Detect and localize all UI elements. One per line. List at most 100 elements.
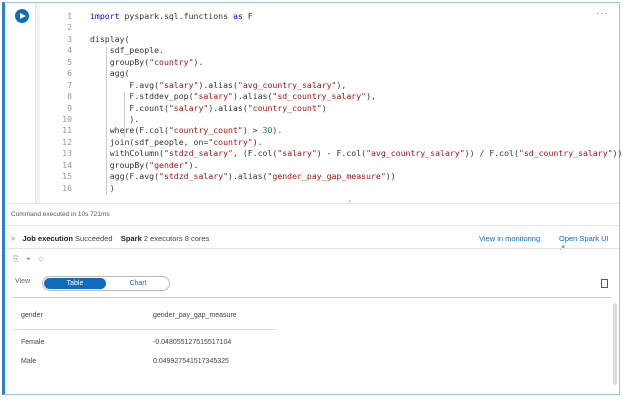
code-token: F.stddev_pop( [90, 91, 194, 102]
code-token: "country" [149, 56, 194, 67]
code-token: "country" [208, 136, 253, 147]
divider [5, 225, 619, 226]
code-token: )) [385, 171, 396, 182]
filter-icon[interactable]: ⏷ [26, 256, 32, 263]
code-token: ) [321, 102, 327, 113]
line-number: 12 [62, 136, 72, 147]
code-token: "salary" [277, 148, 317, 159]
code-token: ).alias( [228, 171, 268, 182]
expand-chevron-icon[interactable]: > [11, 234, 15, 243]
cell-measure: -0.048055127515517104 [153, 339, 232, 346]
code-token: ). [90, 113, 140, 124]
code-line: 8 F.stddev_pop("salary").alias("sd_count… [50, 91, 623, 102]
line-number: 14 [62, 159, 72, 170]
view-in-monitoring-link[interactable]: View in monitoring [479, 234, 540, 243]
line-number: 7 [67, 79, 72, 90]
code-token: ). [272, 125, 283, 136]
code-token: F.avg( [90, 79, 160, 90]
job-state: Succeeded [75, 234, 113, 243]
view-toggle: Table Chart [42, 276, 170, 291]
clear-icon[interactable]: ◇ [38, 256, 43, 263]
code-line: 6 agg( [50, 68, 623, 79]
code-token: "salary" [168, 102, 209, 113]
code-token: "gender" [149, 159, 189, 170]
code-line: 13 withColumn("stdzd_salary", (F.col("sa… [50, 148, 623, 159]
code-line: 3 display( [50, 34, 623, 45]
code-line: 7 F.avg("salary").alias("avg_country_sal… [50, 80, 623, 91]
job-execution-row: > Job execution Succeeded Spark 2 execut… [11, 234, 611, 252]
divider [5, 248, 619, 249]
code-token: "stdzd_salary" [163, 148, 233, 159]
line-number: 11 [62, 125, 72, 136]
code-token: ). [188, 159, 199, 170]
line-number: 3 [67, 33, 72, 44]
output-toolbar: ⎘ ⏷ ◇ [13, 255, 51, 264]
code-line: 12 join(sdf_people, on="country"). [50, 137, 623, 148]
code-token: ), [366, 91, 376, 102]
job-label: Job execution [22, 234, 73, 243]
column-header-gender-pay-gap-measure[interactable]: gender_pay_gap_measure [153, 312, 237, 319]
code-token: "salary" [159, 79, 199, 90]
code-line: 2 [50, 22, 623, 33]
line-number: 6 [67, 68, 72, 79]
code-token: import [90, 11, 120, 21]
code-token: "stdzd_salary" [159, 171, 229, 182]
code-line: 9 F.count("salary").alias("country_count… [50, 103, 623, 114]
code-token: "sd_country_salary" [272, 91, 367, 102]
line-number: 10 [62, 113, 72, 124]
code-line: 5 groupBy("country"). [50, 57, 623, 68]
cell-gender: Female [21, 339, 45, 346]
code-token: 30 [262, 125, 273, 136]
line-number: 16 [62, 182, 72, 193]
code-line: 14 groupBy("gender"). [50, 160, 623, 171]
code-token: "salary" [193, 91, 233, 102]
code-token: "sd_country_salary" [518, 148, 613, 159]
line-number: 9 [67, 102, 72, 113]
table-view-button[interactable]: Table [44, 278, 106, 289]
code-token: sdf_people. [90, 45, 164, 56]
line-number: 2 [67, 22, 72, 33]
run-cell-button[interactable] [15, 9, 29, 23]
chart-view-button[interactable]: Chart [107, 278, 169, 289]
code-line: 11 where(F.col("country_count") > 30). [50, 125, 623, 136]
cell-measure: 0.049927541517345325 [153, 358, 229, 365]
open-spark-ui-label: Open Spark UI [559, 234, 609, 243]
code-token: F [242, 11, 253, 21]
results-table: gender gender_pay_gap_measure Female -0.… [13, 303, 276, 371]
code-lines: 1 import pyspark.sql.functions as F 2 3 disp… [50, 11, 623, 194]
table-row: Female -0.048055127515517104 [13, 333, 276, 352]
copy-icon[interactable]: ⎘ [13, 256, 19, 263]
code-token: "country_count" [247, 102, 322, 113]
code-line: 4 sdf_people. [50, 45, 623, 56]
code-token: "country_count" [168, 125, 243, 136]
code-token: ).alias( [208, 102, 248, 113]
column-header-gender[interactable]: gender [21, 312, 43, 319]
line-number: 5 [67, 56, 72, 67]
code-editor[interactable]: ··· 1 import pyspark.sql.functions as F23… [35, 3, 623, 207]
table-header: gender gender_pay_gap_measure [13, 303, 276, 330]
code-token: groupBy( [90, 159, 150, 170]
export-icon[interactable] [601, 279, 608, 288]
code-line: 1 import pyspark.sql.functions as F [50, 11, 623, 22]
execution-status: Command executed in 10s 721ms [11, 211, 110, 218]
code-token: ). [193, 56, 204, 67]
code-token: agg(F.avg( [90, 171, 160, 182]
code-token: "avg_country_salary" [366, 148, 465, 159]
code-token: F.count( [90, 102, 169, 113]
spark-label: Spark [120, 234, 142, 243]
line-number: 13 [62, 148, 72, 159]
line-number: 1 [67, 11, 72, 21]
code-token: withColumn( [90, 148, 164, 159]
code-token: "avg_country_salary" [237, 79, 337, 90]
open-spark-ui-link[interactable]: Open Spark UI ↗ [559, 234, 611, 252]
code-token: "gender_pay_gap_measure" [267, 171, 386, 182]
view-label: View [15, 278, 31, 285]
code-line: 16 ) [50, 183, 623, 194]
code-token: ). [252, 136, 263, 147]
notebook-cell: ··· 1 import pyspark.sql.functions as F23… [2, 2, 623, 395]
code-token: join(sdf_people, on= [90, 136, 209, 147]
code-token: agg( [90, 68, 130, 79]
table-scrollbar[interactable] [613, 303, 617, 385]
code-token: ) - F.col( [316, 148, 367, 159]
cell-gender: Male [21, 358, 37, 365]
